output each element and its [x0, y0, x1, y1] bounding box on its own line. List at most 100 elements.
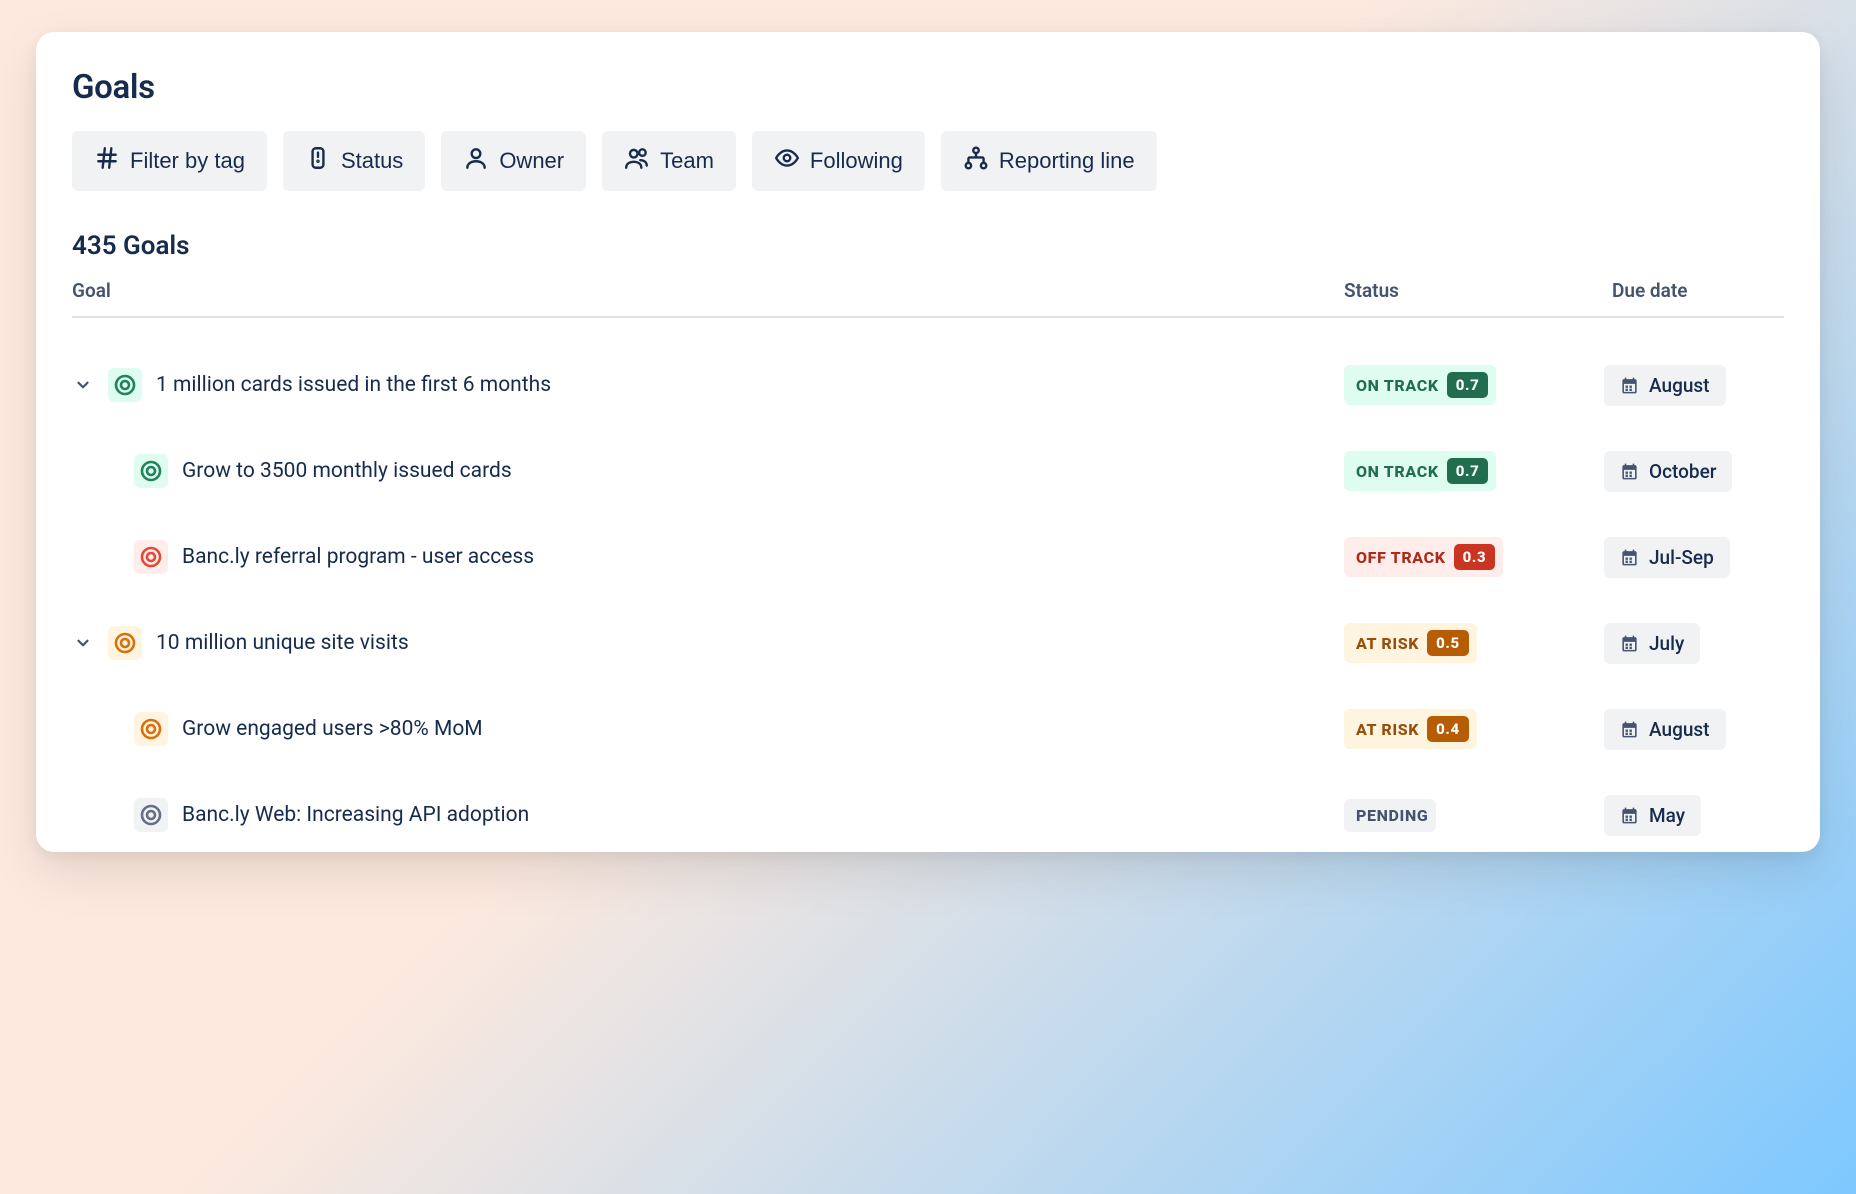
status-score: 0.4 [1427, 716, 1469, 742]
due-date-label: Jul-Sep [1649, 546, 1714, 569]
due-date-label: August [1649, 374, 1710, 397]
target-icon [108, 626, 142, 660]
status-label: ON TRACK [1356, 462, 1439, 481]
goal-row[interactable]: Grow engaged users >80% MoM AT RISK 0.4 Aug… [72, 686, 1784, 772]
due-date-label: July [1649, 632, 1684, 655]
due-date-label: May [1649, 804, 1685, 827]
status-label: AT RISK [1356, 634, 1419, 653]
status-cell: OFF TRACK 0.3 [1344, 537, 1584, 577]
due-date-chip[interactable]: August [1604, 365, 1726, 406]
status-badge: ON TRACK 0.7 [1344, 451, 1496, 491]
user-icon [463, 145, 489, 177]
due-cell: May [1604, 795, 1784, 836]
due-cell: October [1604, 451, 1784, 492]
goals-panel: Goals Filter by tag Status Owner Team Follow… [36, 32, 1820, 852]
target-icon [134, 798, 168, 832]
status-score: 0.7 [1447, 372, 1489, 398]
goal-title: Banc.ly Web: Increasing API adoption [182, 803, 529, 827]
target-icon [134, 712, 168, 746]
due-date-label: August [1649, 718, 1710, 741]
status-score: 0.5 [1427, 630, 1469, 656]
filter-bar: Filter by tag Status Owner Team Following Rep… [72, 131, 1784, 191]
calendar-icon [1620, 462, 1639, 481]
calendar-icon [1620, 634, 1639, 653]
goal-list: 1 million cards issued in the first 6 mo… [72, 342, 1784, 852]
target-icon [134, 540, 168, 574]
status-label: OFF TRACK [1356, 548, 1446, 567]
column-header-status: Status [1344, 279, 1584, 302]
due-date-chip[interactable]: Jul-Sep [1604, 537, 1730, 578]
chevron-down-icon[interactable] [72, 632, 94, 654]
table-headers: Goal Status Due date [72, 279, 1784, 318]
due-cell: August [1604, 365, 1784, 406]
goal-cell: Grow engaged users >80% MoM [72, 712, 1324, 746]
goal-cell: 10 million unique site visits [72, 626, 1324, 660]
due-cell: August [1604, 709, 1784, 750]
hash-icon [94, 145, 120, 177]
status-score: 0.7 [1447, 458, 1489, 484]
status-cell: AT RISK 0.4 [1344, 709, 1584, 749]
filter-label: Status [341, 148, 403, 174]
calendar-icon [1620, 548, 1639, 567]
status-cell: ON TRACK 0.7 [1344, 451, 1584, 491]
due-date-chip[interactable]: October [1604, 451, 1732, 492]
status-label: ON TRACK [1356, 376, 1439, 395]
filter-label: Following [810, 148, 903, 174]
status-label: AT RISK [1356, 720, 1419, 739]
filter-tag[interactable]: Filter by tag [72, 131, 267, 191]
status-cell: PENDING [1344, 799, 1584, 832]
status-cell: AT RISK 0.5 [1344, 623, 1584, 663]
filter-label: Owner [499, 148, 564, 174]
filter-label: Team [660, 148, 714, 174]
goal-title: Banc.ly referral program - user access [182, 545, 534, 569]
status-score: 0.3 [1454, 544, 1496, 570]
sitemap-icon [963, 145, 989, 177]
calendar-icon [1620, 806, 1639, 825]
filter-team[interactable]: Team [602, 131, 736, 191]
goal-cell: Grow to 3500 monthly issued cards [72, 454, 1324, 488]
goal-count: 435 Goals [72, 231, 1784, 261]
goal-row[interactable]: 1 million cards issued in the first 6 mo… [72, 342, 1784, 428]
filter-label: Filter by tag [130, 148, 245, 174]
due-cell: Jul-Sep [1604, 537, 1784, 578]
status-label: PENDING [1356, 806, 1428, 825]
goal-cell: 1 million cards issued in the first 6 mo… [72, 368, 1324, 402]
filter-owner[interactable]: Owner [441, 131, 586, 191]
column-header-goal: Goal [72, 279, 1324, 302]
status-badge: ON TRACK 0.7 [1344, 365, 1496, 405]
filter-status[interactable]: Status [283, 131, 425, 191]
goal-cell: Banc.ly referral program - user access [72, 540, 1324, 574]
eye-icon [774, 145, 800, 177]
goal-cell: Banc.ly Web: Increasing API adoption [72, 798, 1324, 832]
filter-following[interactable]: Following [752, 131, 925, 191]
goal-row[interactable]: Banc.ly referral program - user access OF… [72, 514, 1784, 600]
goal-row[interactable]: Banc.ly Web: Increasing API adoption PEND… [72, 772, 1784, 852]
filter-reporting[interactable]: Reporting line [941, 131, 1157, 191]
column-header-due: Due date [1604, 279, 1784, 302]
calendar-icon [1620, 720, 1639, 739]
users-icon [624, 145, 650, 177]
status-badge: OFF TRACK 0.3 [1344, 537, 1503, 577]
due-cell: July [1604, 623, 1784, 664]
due-date-chip[interactable]: May [1604, 795, 1701, 836]
target-icon [134, 454, 168, 488]
status-cell: ON TRACK 0.7 [1344, 365, 1584, 405]
target-icon [108, 368, 142, 402]
goal-row[interactable]: 10 million unique site visits AT RISK 0.5 J… [72, 600, 1784, 686]
goal-title: 10 million unique site visits [156, 631, 409, 655]
goal-title: Grow engaged users >80% MoM [182, 717, 483, 741]
calendar-icon [1620, 376, 1639, 395]
goal-row[interactable]: Grow to 3500 monthly issued cards ON TRAC… [72, 428, 1784, 514]
status-badge: AT RISK 0.5 [1344, 623, 1477, 663]
status-badge: AT RISK 0.4 [1344, 709, 1477, 749]
due-date-label: October [1649, 460, 1716, 483]
filter-label: Reporting line [999, 148, 1135, 174]
status-icon [305, 145, 331, 177]
chevron-down-icon[interactable] [72, 374, 94, 396]
status-badge: PENDING [1344, 799, 1436, 832]
due-date-chip[interactable]: July [1604, 623, 1700, 664]
due-date-chip[interactable]: August [1604, 709, 1726, 750]
goal-title: 1 million cards issued in the first 6 mo… [156, 373, 551, 397]
goal-title: Grow to 3500 monthly issued cards [182, 459, 512, 483]
page-title: Goals [72, 68, 1784, 107]
